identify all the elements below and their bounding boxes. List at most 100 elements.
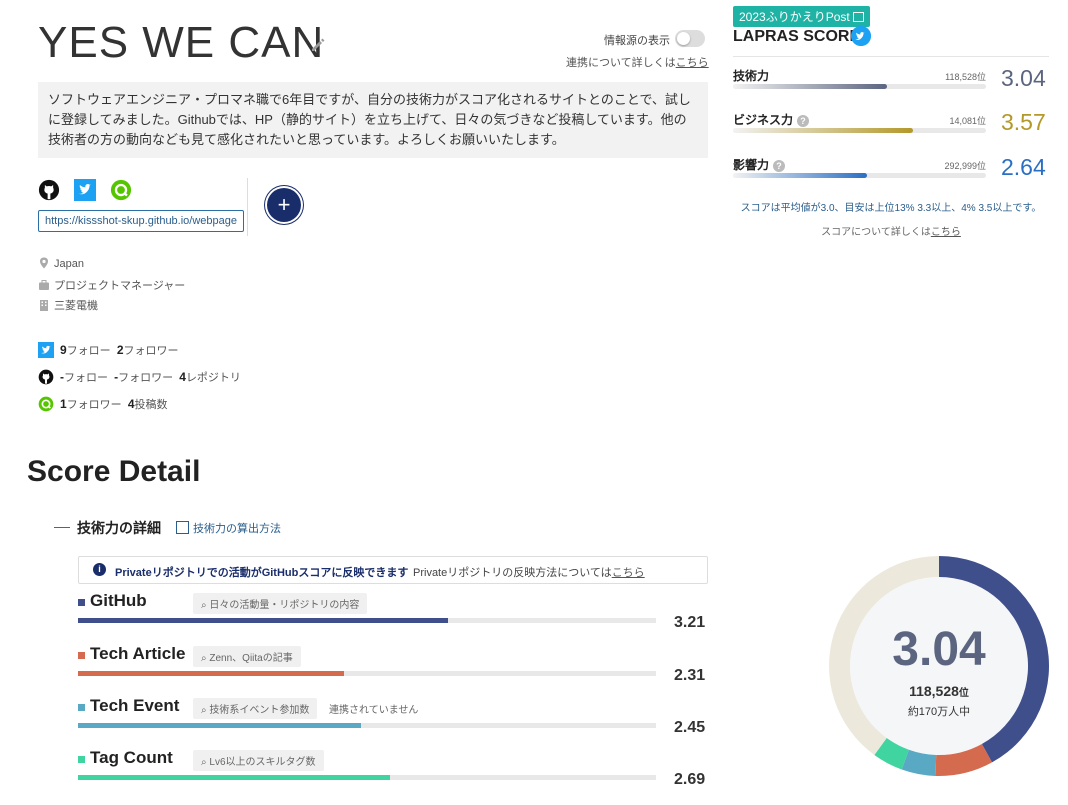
building-icon	[40, 300, 48, 311]
twitter-follower-count: 2	[116, 343, 124, 357]
github-icon[interactable]	[38, 179, 60, 201]
category-hint: ⌕ 日々の活動量・リポジトリの内容	[193, 593, 368, 614]
donut-rank: 118,528位	[879, 683, 999, 699]
briefcase-icon	[39, 280, 49, 290]
score-value: 2.64	[1001, 154, 1046, 180]
job-text: プロジェクトマネージャー	[54, 280, 186, 292]
webpage-link[interactable]: https://kissshot-skup.github.io/webpage	[38, 210, 245, 232]
category-bar-track	[78, 723, 656, 728]
divider	[733, 56, 1049, 57]
qiita-icon[interactable]	[110, 179, 132, 201]
category-bar-fill	[78, 775, 391, 780]
github-follower-label: フォロワー	[118, 372, 174, 384]
category-name: Tech Event	[90, 696, 180, 715]
lapras-score-title: LAPRAS SCORE	[733, 28, 861, 45]
score-note: スコアは平均値が3.0、目安は上位13% 3.3以上、4% 3.5以上です。	[740, 203, 1042, 214]
job-row: プロジェクトマネージャー	[38, 277, 185, 293]
category-color-marker	[78, 756, 85, 763]
category-score: 2.45	[674, 719, 706, 736]
category-bar-fill	[78, 671, 344, 676]
profile-name: YES WE CAN	[38, 18, 325, 67]
toggle-knob	[677, 32, 690, 45]
qiita-follower-count: 1	[60, 397, 67, 411]
score-detail-note: スコアについて詳しくはこちら	[733, 223, 1049, 238]
twitter-follower-label: フォロワー	[123, 345, 179, 357]
private-method-prefix: Privateリポジトリの反映方法については	[413, 567, 612, 579]
not-linked-note: 連携されていません	[329, 705, 419, 716]
score-label: ビジネス力?	[733, 111, 810, 128]
category-name: Tech Article	[90, 644, 186, 663]
score-bar-fill	[733, 128, 913, 133]
twitter-icon[interactable]	[74, 179, 96, 201]
category-score: 2.31	[674, 667, 706, 684]
category-color-marker	[78, 704, 85, 711]
help-icon[interactable]: ?	[797, 115, 810, 127]
tech-detail-subtitle: 技術力の詳細	[77, 520, 161, 536]
score-bar-track	[733, 128, 986, 133]
furikaeri-badge[interactable]: 2023ふりかえりPost	[733, 6, 871, 27]
category-hint: ⌕ 技術系イベント参加数	[193, 698, 318, 719]
furikaeri-badge-label: 2023ふりかえりPost	[739, 10, 850, 24]
category-score: 2.69	[674, 771, 706, 788]
category-hint-text: Zenn、Qiitaの記事	[209, 653, 293, 664]
donut-population: 約170万人中	[907, 706, 971, 718]
twitter-share-icon[interactable]	[851, 26, 871, 46]
source-toggle-label: 情報源の表示	[604, 35, 670, 47]
score-label: 影響力?	[733, 156, 786, 173]
private-notice-text: Privateリポジトリでの活動がGitHubスコアに反映できます	[115, 567, 409, 579]
help-icon[interactable]: ?	[773, 160, 786, 172]
divider	[247, 178, 248, 236]
qiita-stats: 1フォロワー 4投稿数	[38, 396, 168, 412]
category-hint-text: Lv6以上のスキルタグ数	[209, 757, 316, 768]
section-line	[54, 527, 70, 528]
score-bar-track	[733, 84, 986, 89]
category-bar-fill	[78, 618, 448, 623]
score-label-text: 技術力	[733, 69, 770, 83]
private-method-link[interactable]: こちら	[612, 567, 645, 579]
score-value: 3.57	[1001, 109, 1046, 135]
score-detail-prefix: スコアについて詳しくは	[821, 227, 931, 238]
score-rank: 14,081位	[949, 116, 986, 126]
github-repo-label: レポジトリ	[185, 372, 241, 384]
score-bar-track	[733, 173, 986, 178]
score-bar-fill	[733, 84, 888, 89]
category-bar-track	[78, 671, 656, 676]
calc-method-link[interactable]: 技術力の算出方法	[176, 520, 281, 536]
renkei-prefix: 連携について詳しくは	[566, 57, 676, 69]
category-color-marker	[78, 599, 85, 606]
donut-rank-num: 118,528	[909, 683, 959, 699]
edit-pencil-icon[interactable]	[309, 36, 327, 54]
category-name: GitHub	[90, 591, 147, 610]
score-label-text: 影響力	[733, 158, 770, 172]
category-hint: ⌕ Zenn、Qiitaの記事	[193, 646, 301, 667]
add-link-button[interactable]: +	[267, 188, 301, 222]
location-text: Japan	[54, 258, 84, 270]
github-follow-label: フォロー	[64, 372, 108, 384]
location-pin-icon	[40, 257, 48, 269]
github-repo-count: 4	[179, 370, 186, 384]
private-repo-notice: i Privateリポジトリでの活動がGitHubスコアに反映できます Priv…	[78, 556, 708, 584]
source-toggle[interactable]	[675, 30, 705, 47]
score-detail-title: Score Detail	[27, 455, 201, 488]
donut-rank-unit: 位	[958, 688, 969, 699]
category-color-marker	[78, 652, 85, 659]
category-score: 3.21	[674, 614, 706, 631]
category-bar-track	[78, 618, 656, 623]
score-value: 3.04	[1001, 65, 1046, 91]
category-name: Tag Count	[90, 748, 173, 767]
score-rank: 292,999位	[944, 161, 986, 171]
renkei-link[interactable]: こちら	[676, 57, 709, 69]
twitter-icon	[38, 342, 54, 358]
location-row: Japan	[38, 257, 84, 270]
renkei-note: 連携について詳しくはこちら	[566, 54, 709, 70]
donut-score: 3.04	[892, 623, 986, 676]
github-icon	[38, 369, 54, 385]
qiita-icon	[38, 396, 54, 412]
qiita-post-label: 投稿数	[134, 399, 168, 411]
calendar-icon	[853, 12, 865, 22]
twitter-follow-count: 9	[60, 343, 67, 357]
score-bar-fill	[733, 173, 868, 178]
calc-method-label: 技術力の算出方法	[193, 523, 281, 535]
qiita-follower-label: フォロワー	[66, 399, 122, 411]
score-detail-link[interactable]: こちら	[931, 227, 961, 238]
